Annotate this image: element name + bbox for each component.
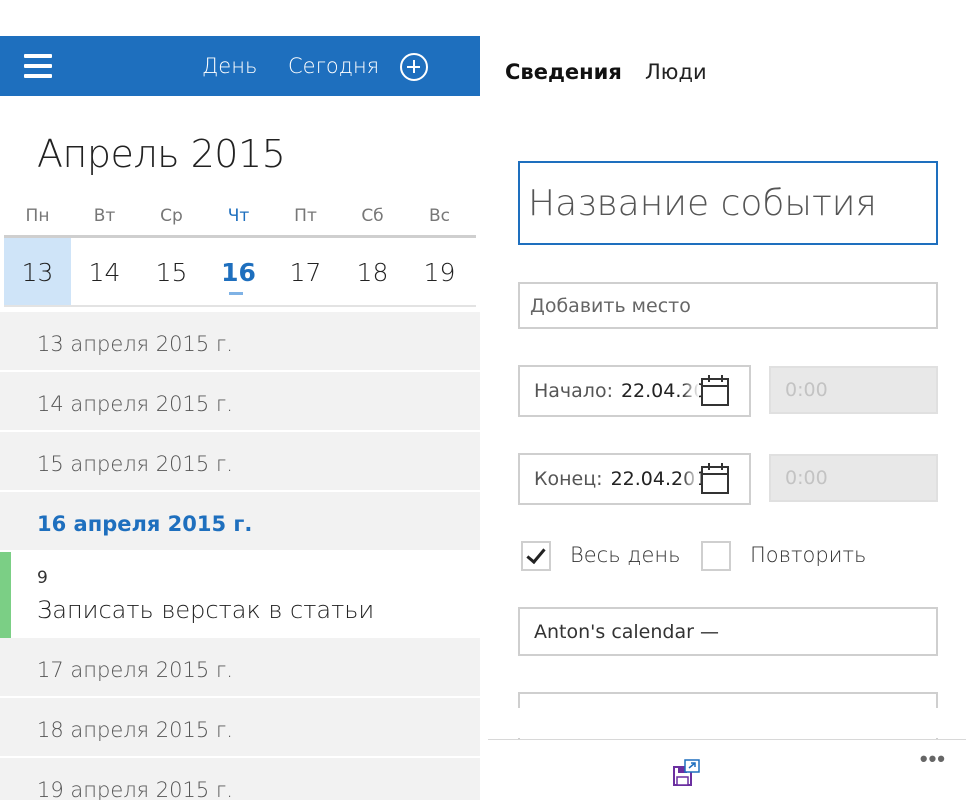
hamburger-menu-icon[interactable] <box>24 54 52 78</box>
calendar-pane: День Сегодня Апрель 2015 Пн Вт Ср Чт Пт … <box>0 0 480 800</box>
today-button[interactable]: Сегодня <box>288 54 379 78</box>
day-cell[interactable]: 14 <box>71 238 138 305</box>
agenda-event[interactable]: 9 Записать верстак в статьи <box>0 552 480 638</box>
end-time-field: 0:00 <box>769 454 938 502</box>
weekday-label: Пт <box>294 206 317 226</box>
weekday-label: Ср <box>160 206 183 226</box>
event-title: Записать верстак в статьи <box>37 596 375 624</box>
agenda-date-row[interactable]: 14 апреля 2015 г. <box>0 372 480 432</box>
checkmark-icon <box>526 543 546 565</box>
calendar-select[interactable]: Anton's calendar — <box>518 607 938 656</box>
weekday-label: Вс <box>428 206 450 226</box>
agenda-date-row[interactable]: 17 апреля 2015 г. <box>0 638 480 698</box>
event-title-input[interactable] <box>518 161 938 245</box>
more-options-button[interactable]: ••• <box>920 748 946 770</box>
all-day-label[interactable]: Весь день <box>570 543 681 567</box>
end-date-field[interactable]: Конец: 22.04.2015 <box>518 453 751 505</box>
start-date-field[interactable]: Начало: 22.04.2015 <box>518 365 751 417</box>
command-bar: ••• <box>488 739 966 800</box>
end-date-label: Конец: <box>534 468 603 490</box>
calendar-icon[interactable] <box>701 375 729 406</box>
event-details-pane: Сведения Люди Добавить место Начало:22.0… <box>488 0 966 800</box>
event-time: 9 <box>37 568 48 588</box>
repeat-checkbox[interactable] <box>701 541 731 571</box>
add-event-icon[interactable] <box>400 53 428 81</box>
repeat-label[interactable]: Повторить <box>750 543 866 567</box>
today-indicator <box>229 292 243 295</box>
agenda-date-row-today[interactable]: 16 апреля 2015 г. <box>0 492 480 552</box>
day-cell[interactable]: 18 <box>339 238 406 305</box>
agenda-date-row[interactable]: 18 апреля 2015 г. <box>0 698 480 758</box>
agenda-date-row[interactable]: 19 апреля 2015 г. <box>0 758 480 800</box>
day-cell-today[interactable]: 16 <box>205 238 272 305</box>
day-number: 16 <box>221 258 256 287</box>
agenda-date-row[interactable]: 13 апреля 2015 г. <box>0 312 480 372</box>
text-fade <box>681 455 699 503</box>
start-date-label: Начало: <box>534 380 613 402</box>
weekday-label: Сб <box>361 206 384 226</box>
all-day-checkbox[interactable] <box>521 541 551 571</box>
agenda-list: 13 апреля 2015 г. 14 апреля 2015 г. 15 а… <box>0 312 480 800</box>
tab-details[interactable]: Сведения <box>505 60 622 84</box>
weekday-label: Вт <box>93 206 116 226</box>
event-color-bar <box>0 552 11 638</box>
tab-people[interactable]: Люди <box>645 60 707 84</box>
week-strip: 13 14 15 16 17 18 19 <box>4 235 476 307</box>
weekday-label-today: Чт <box>227 206 250 226</box>
day-cell-selected[interactable]: 13 <box>4 238 71 305</box>
weekday-label: Пн <box>25 206 50 226</box>
day-cell[interactable]: 19 <box>406 238 473 305</box>
day-cell[interactable]: 17 <box>272 238 339 305</box>
save-icon[interactable] <box>672 758 702 788</box>
calendar-icon[interactable] <box>701 463 729 494</box>
location-input[interactable]: Добавить место <box>518 282 938 329</box>
scroll-clip <box>488 708 966 738</box>
agenda-date-row[interactable]: 15 апреля 2015 г. <box>0 432 480 492</box>
start-time-field: 0:00 <box>769 366 938 414</box>
day-view-button[interactable]: День <box>202 54 257 78</box>
text-fade <box>681 367 699 415</box>
weekday-header: Пн Вт Ср Чт Пт Сб Вс <box>4 206 476 230</box>
month-title: Апрель 2015 <box>37 132 286 176</box>
day-cell[interactable]: 15 <box>138 238 205 305</box>
